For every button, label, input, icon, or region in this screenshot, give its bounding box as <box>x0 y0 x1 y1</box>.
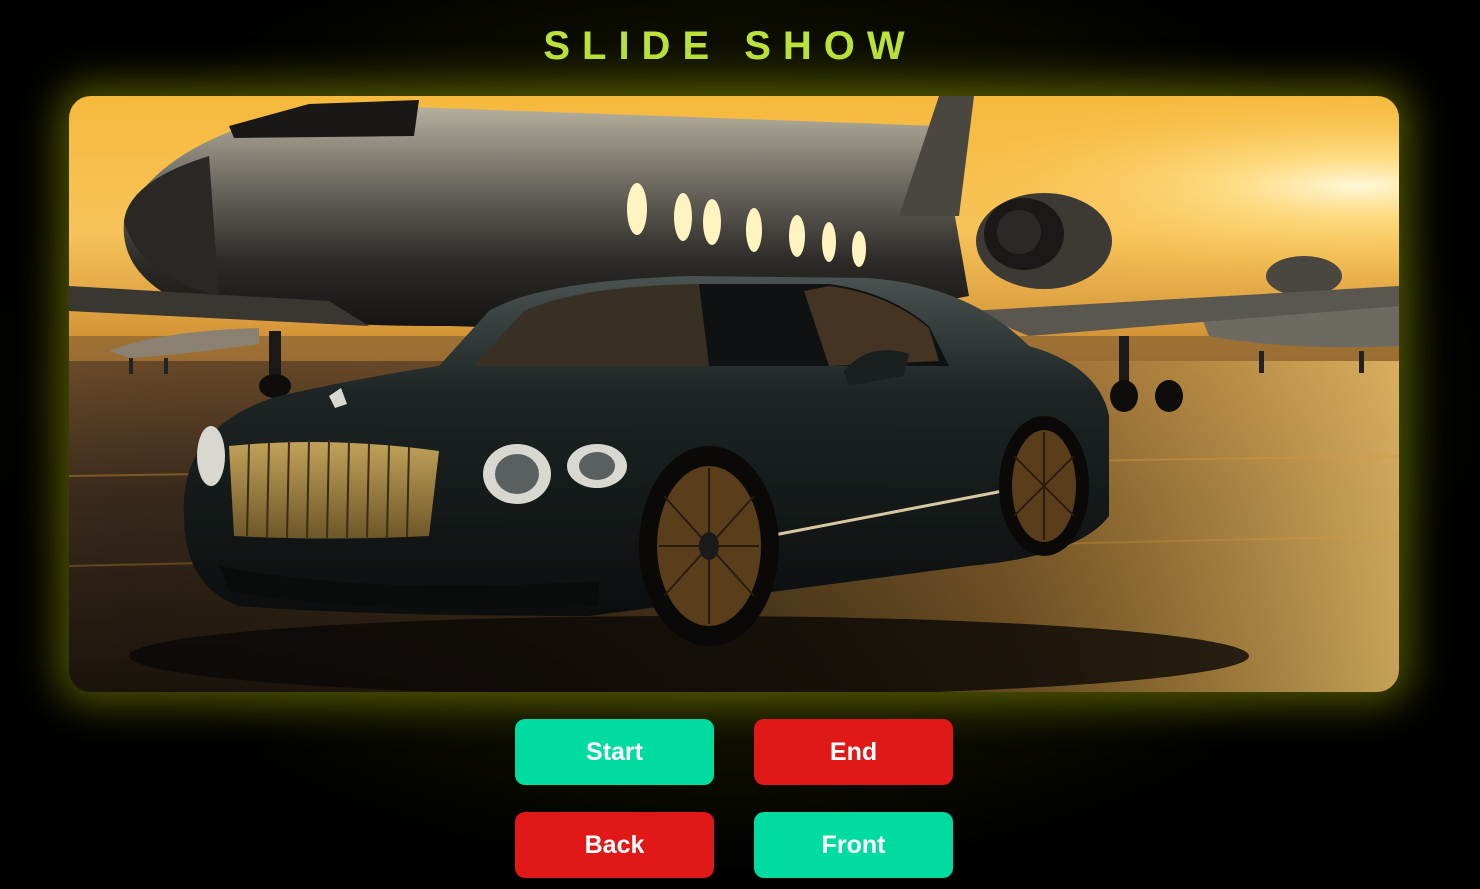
slideshow-page: SLIDE SHOW Start End Back Front <box>0 0 1480 889</box>
front-button[interactable]: Front <box>754 812 953 878</box>
end-button[interactable]: End <box>754 719 953 785</box>
slide-image <box>69 96 1399 692</box>
car-and-jet-photo-icon <box>69 96 1399 692</box>
page-title: SLIDE SHOW <box>543 24 917 68</box>
back-button[interactable]: Back <box>515 812 714 878</box>
start-button[interactable]: Start <box>515 719 714 785</box>
